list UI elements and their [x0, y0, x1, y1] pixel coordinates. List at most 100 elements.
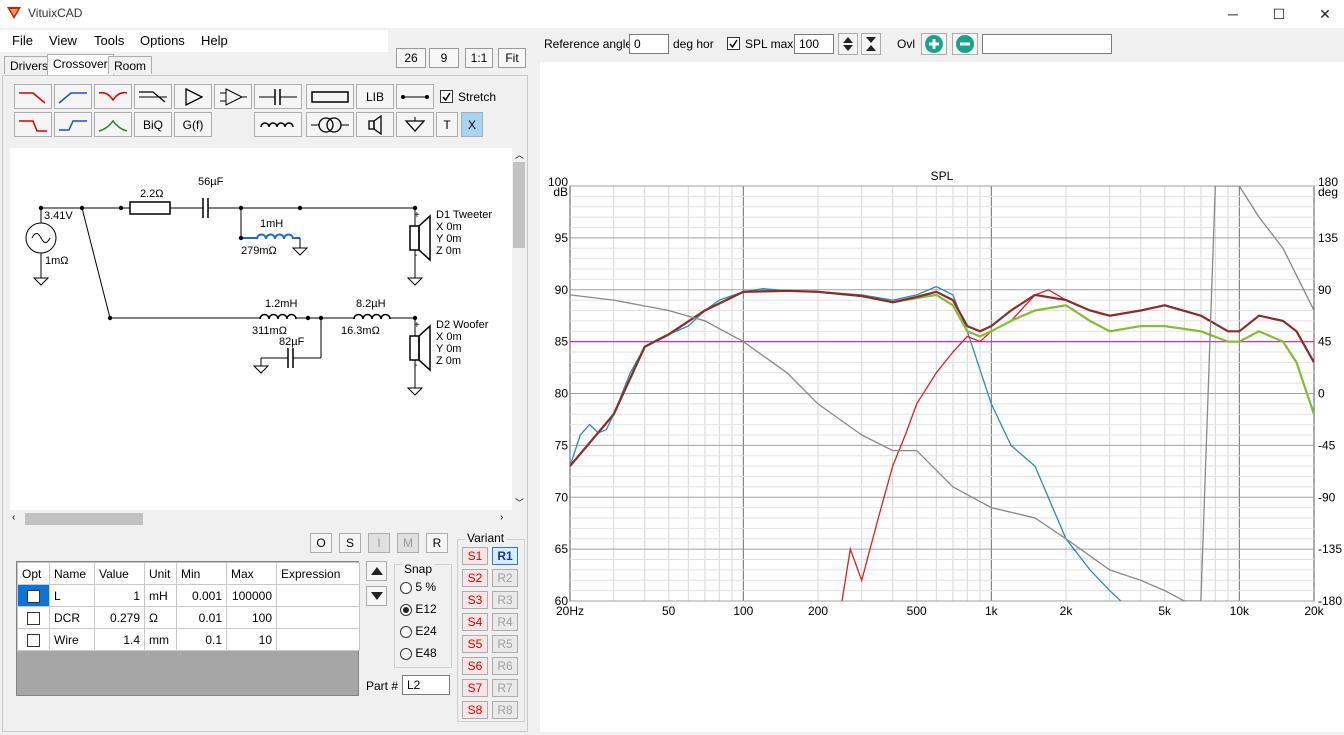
scroll-up-icon[interactable]: ︿: [515, 148, 524, 161]
spl-chart-panel[interactable]: SPL 100 95 90 85 80 75 70 65 60 dB 180 135 90 45 0 -45 -9…: [540, 62, 1344, 732]
move-down-button[interactable]: [366, 586, 387, 606]
tab-crossover[interactable]: Crossover: [47, 54, 114, 75]
variant-save-button[interactable]: S2: [462, 569, 488, 587]
max-cell[interactable]: 10: [226, 628, 277, 651]
opt-cell[interactable]: [17, 606, 50, 629]
lowpass2-filter-button[interactable]: [14, 112, 52, 137]
inductor-button[interactable]: [254, 112, 302, 137]
overlay-name-input[interactable]: [982, 34, 1112, 54]
snap-option-5pct[interactable]: 5 %: [400, 580, 436, 594]
variant-recall-button[interactable]: R4: [492, 613, 518, 631]
allpass-filter-button[interactable]: [134, 84, 172, 109]
text-tool-button[interactable]: T: [436, 112, 458, 137]
max-cell[interactable]: 100000: [226, 584, 277, 607]
highpass2-filter-button[interactable]: [54, 112, 92, 137]
variant-save-button[interactable]: S1: [462, 547, 488, 565]
variant-save-button[interactable]: S3: [462, 591, 488, 609]
opamp-button[interactable]: [214, 84, 252, 109]
bandpass-filter-button[interactable]: [94, 112, 132, 137]
lowpass-filter-button[interactable]: [14, 84, 52, 109]
zoom-field-a[interactable]: 26: [396, 48, 426, 68]
value-cell[interactable]: 1: [94, 584, 145, 607]
snap-option-e24[interactable]: E24: [400, 624, 437, 638]
menu-help[interactable]: Help: [201, 33, 228, 48]
reset-button[interactable]: R: [426, 533, 448, 553]
delete-tool-button[interactable]: X: [461, 112, 483, 137]
scroll-down-icon[interactable]: ﹀: [515, 496, 524, 509]
driver-button[interactable]: [356, 112, 394, 137]
tab-room[interactable]: Room: [108, 56, 153, 74]
buffer-button[interactable]: [174, 84, 212, 109]
radio-e24[interactable]: [400, 625, 412, 638]
add-overlay-button[interactable]: [921, 33, 947, 55]
menu-view[interactable]: View: [49, 33, 77, 48]
inductor-l2[interactable]: [259, 313, 297, 320]
opt-cell[interactable]: [17, 628, 50, 651]
horizontal-scroll-thumb[interactable]: [25, 513, 143, 525]
resistor-button[interactable]: [306, 84, 354, 109]
variant-recall-button[interactable]: R5: [492, 635, 518, 653]
variant-recall-button[interactable]: R7: [492, 679, 518, 697]
variant-save-button[interactable]: S5: [462, 635, 488, 653]
min-cell[interactable]: 0.01: [176, 606, 227, 629]
menu-file[interactable]: File: [12, 33, 33, 48]
menu-tools[interactable]: Tools: [94, 33, 124, 48]
maximize-button[interactable]: ☐: [1256, 0, 1302, 28]
variant-save-button[interactable]: S8: [462, 701, 488, 719]
optimize-button[interactable]: O: [310, 533, 332, 553]
zoom-1to1-button[interactable]: 1:1: [465, 48, 493, 68]
variant-save-button[interactable]: S6: [462, 657, 488, 675]
spl-auto-button[interactable]: [861, 33, 881, 55]
opt-checkbox[interactable]: [27, 633, 40, 647]
variant-save-button[interactable]: S7: [462, 679, 488, 697]
remove-overlay-button[interactable]: [952, 33, 978, 55]
table-row[interactable]: Wire 1.4 mm 0.1 10: [17, 628, 360, 651]
radio-e48[interactable]: [400, 647, 412, 660]
reference-angle-input[interactable]: [629, 34, 669, 54]
variant-recall-button[interactable]: R3: [492, 591, 518, 609]
min-cell[interactable]: 0.1: [176, 628, 227, 651]
expression-cell[interactable]: [276, 628, 360, 651]
table-row[interactable]: DCR 0.279 Ω 0.01 100: [17, 606, 360, 629]
insert-button[interactable]: I: [368, 533, 390, 553]
schematic-vertical-scrollbar[interactable]: ︿ ﹀: [512, 148, 526, 510]
scroll-left-icon[interactable]: ‹: [12, 512, 15, 523]
spl-step-button[interactable]: [838, 33, 858, 55]
expression-cell[interactable]: [276, 606, 360, 629]
scroll-right-icon[interactable]: ›: [500, 512, 503, 523]
library-button[interactable]: LIB: [356, 84, 394, 109]
highpass-filter-button[interactable]: [54, 84, 92, 109]
solve-button[interactable]: S: [339, 533, 361, 553]
inductor-l1[interactable]: [256, 233, 294, 240]
menu-options[interactable]: Options: [140, 33, 185, 48]
resistor-r1[interactable]: [129, 201, 171, 215]
value-cell[interactable]: 0.279: [94, 606, 145, 629]
tweeter-driver-icon[interactable]: [409, 225, 420, 251]
radio-5pct[interactable]: [400, 581, 412, 594]
variant-recall-button[interactable]: R2: [492, 569, 518, 587]
ground-button[interactable]: [396, 112, 434, 137]
zoom-fit-button[interactable]: Fit: [498, 48, 526, 68]
value-cell[interactable]: 1.4: [94, 628, 145, 651]
zoom-field-b[interactable]: 9: [429, 48, 459, 68]
part-number-input[interactable]: [402, 675, 450, 695]
capacitor-button[interactable]: [254, 84, 302, 109]
woofer-driver-icon[interactable]: [409, 335, 420, 361]
table-row[interactable]: L 1 mH 0.001 100000: [17, 584, 360, 607]
radio-e12[interactable]: [400, 603, 412, 616]
variant-recall-button[interactable]: R8: [492, 701, 518, 719]
variant-save-button[interactable]: S4: [462, 613, 488, 631]
wire-button[interactable]: [396, 84, 434, 109]
biquad-button[interactable]: BiQ: [134, 112, 172, 137]
min-cell[interactable]: 0.001: [176, 584, 227, 607]
move-up-button[interactable]: [366, 561, 387, 581]
max-cell[interactable]: 100: [226, 606, 277, 629]
transfer-function-button[interactable]: G(f): [174, 112, 212, 137]
expression-cell[interactable]: [276, 584, 360, 607]
variant-recall-button[interactable]: R6: [492, 657, 518, 675]
vertical-scroll-thumb[interactable]: [513, 162, 525, 248]
move-button[interactable]: M: [397, 533, 419, 553]
opt-cell[interactable]: [17, 584, 50, 607]
transformer-button[interactable]: [306, 112, 354, 137]
spl-chart[interactable]: SPL1009590858075706560dB18013590450-45-9…: [540, 62, 1344, 732]
